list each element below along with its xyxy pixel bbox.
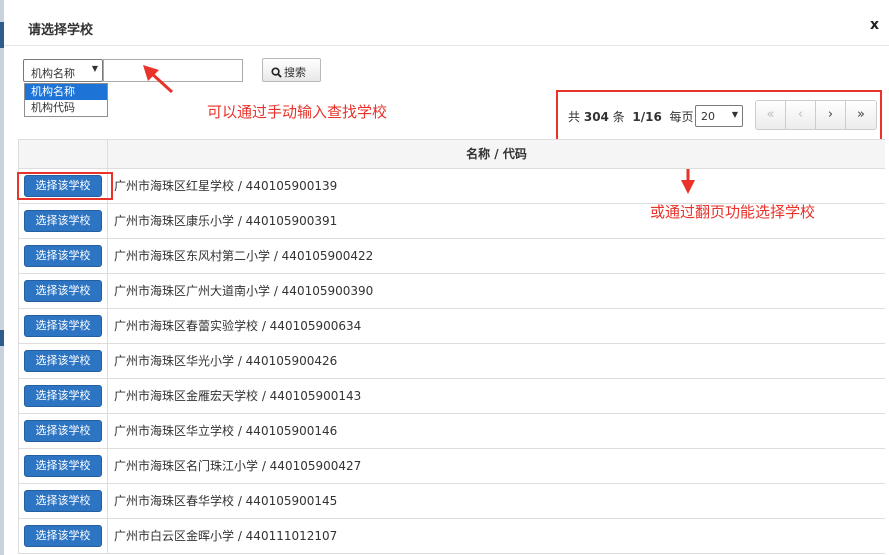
select-school-button[interactable]: 选择该学校 — [24, 210, 102, 232]
select-school-button[interactable]: 选择该学校 — [24, 385, 102, 407]
table-cell-action: 选择该学校 — [19, 204, 108, 238]
table-cell-action: 选择该学校 — [19, 274, 108, 308]
first-row-highlight-box — [17, 172, 113, 200]
table-row: 选择该学校 广州市白云区金晖小学 / 440111012107 — [19, 519, 885, 554]
search-field-select[interactable]: 机构名称 ▼ — [23, 59, 103, 82]
pager-page: 1/16 — [632, 110, 662, 124]
table-row: 选择该学校 广州市海珠区华立学校 / 440105900146 — [19, 414, 885, 449]
school-name-code: 广州市海珠区康乐小学 / 440105900391 — [114, 214, 338, 228]
next-page-button[interactable]: › — [816, 101, 846, 129]
table-row: 选择该学校 广州市海珠区东风村第二小学 / 440105900422 — [19, 239, 885, 274]
chevron-down-icon: ▼ — [731, 110, 738, 119]
table-cell-action: 选择该学校 — [19, 449, 108, 483]
annotation-search-hint: 可以通过手动输入查找学校 — [207, 103, 388, 121]
table-row: 选择该学校 广州市海珠区红星学校 / 440105900139 — [19, 169, 885, 204]
first-page-button[interactable]: « — [756, 101, 786, 129]
school-name-code: 广州市海珠区广州大道南小学 / 440105900390 — [114, 284, 374, 298]
table-row: 选择该学校 广州市海珠区春华学校 / 440105900145 — [19, 484, 885, 519]
per-page-select-value: 20 — [701, 110, 715, 123]
table-row: 选择该学校 广州市海珠区广州大道南小学 / 440105900390 — [19, 274, 885, 309]
close-button[interactable]: x — [870, 17, 879, 33]
select-school-button[interactable]: 选择该学校 — [24, 280, 102, 302]
table-cell-action: 选择该学校 — [19, 484, 108, 518]
school-name-code: 广州市海珠区春蕾实验学校 / 440105900634 — [114, 319, 362, 333]
table-header-name: 名称 / 代码 — [466, 147, 527, 161]
search-icon — [271, 67, 282, 78]
pager-total: 304 — [583, 110, 609, 124]
select-school-button[interactable]: 选择该学校 — [24, 455, 102, 477]
chevron-down-icon: ▼ — [91, 64, 98, 73]
pager-info: 共 304 条 1/16 每页 — [568, 108, 693, 125]
table-cell-action: 选择该学校 — [19, 519, 108, 553]
school-name-code: 广州市海珠区华立学校 / 440105900146 — [114, 424, 338, 438]
prev-page-button[interactable]: ‹ — [786, 101, 816, 129]
select-school-button[interactable]: 选择该学校 — [24, 350, 102, 372]
select-school-button[interactable]: 选择该学校 — [24, 315, 102, 337]
table-cell-action: 选择该学校 — [19, 379, 108, 413]
annotation-arrow-search — [143, 65, 174, 94]
school-name-code: 广州市海珠区东风村第二小学 / 440105900422 — [114, 249, 374, 263]
school-table: 名称 / 代码 选择该学校 广州市海珠区红星学校 / 440105900139 选择… — [18, 139, 885, 554]
school-name-code: 广州市海珠区名门珠江小学 / 440105900427 — [114, 459, 362, 473]
select-school-button[interactable]: 选择该学校 — [24, 525, 102, 547]
table-cell-action: 选择该学校 — [19, 309, 108, 343]
pager-per-page-label: 每页 — [669, 110, 694, 124]
dropdown-option-code[interactable]: 机构代码 — [25, 100, 107, 116]
table-row: 选择该学校 广州市海珠区名门珠江小学 / 440105900427 — [19, 449, 885, 484]
school-name-code: 广州市海珠区华光小学 / 440105900426 — [114, 354, 338, 368]
school-name-code: 广州市海珠区红星学校 / 440105900139 — [114, 179, 338, 193]
table-row: 选择该学校 广州市海珠区康乐小学 / 440105900391 — [19, 204, 885, 239]
search-button[interactable]: 搜索 — [262, 58, 321, 82]
per-page-select[interactable]: 20 ▼ — [695, 105, 743, 127]
select-school-button[interactable]: 选择该学校 — [24, 420, 102, 442]
select-school-button[interactable]: 选择该学校 — [24, 490, 102, 512]
table-cell-action: 选择该学校 — [19, 414, 108, 448]
last-page-button[interactable]: » — [846, 101, 876, 129]
table-header-action — [19, 140, 108, 168]
table-row: 选择该学校 广州市海珠区春蕾实验学校 / 440105900634 — [19, 309, 885, 344]
search-field-select-value: 机构名称 — [31, 67, 75, 80]
screenshot-root: 请选择学校 x 机构名称 ▼ 搜索 机构名称 机构代码 可以通过手动输入查找学校… — [0, 0, 889, 555]
table-cell-action: 选择该学校 — [19, 344, 108, 378]
table-row: 选择该学校 广州市海珠区金雁宏天学校 / 440105900143 — [19, 379, 885, 414]
modal-header: 请选择学校 x — [4, 0, 889, 46]
school-name-code: 广州市白云区金晖小学 / 440111012107 — [114, 529, 338, 543]
pager-buttons: « ‹ › » — [755, 100, 877, 130]
school-name-code: 广州市海珠区金雁宏天学校 / 440105900143 — [114, 389, 362, 403]
dropdown-option-name[interactable]: 机构名称 — [25, 84, 107, 100]
school-name-code: 广州市海珠区春华学校 / 440105900145 — [114, 494, 338, 508]
search-field-dropdown: 机构名称 机构代码 — [24, 83, 108, 117]
modal-title: 请选择学校 — [28, 23, 94, 38]
table-header: 名称 / 代码 — [19, 140, 885, 169]
pager-total-suffix: 条 — [612, 110, 625, 124]
pager-total-prefix: 共 — [568, 110, 581, 124]
search-button-label: 搜索 — [284, 66, 306, 79]
table-cell-action: 选择该学校 — [19, 239, 108, 273]
table-row: 选择该学校 广州市海珠区华光小学 / 440105900426 — [19, 344, 885, 379]
select-school-button[interactable]: 选择该学校 — [24, 245, 102, 267]
